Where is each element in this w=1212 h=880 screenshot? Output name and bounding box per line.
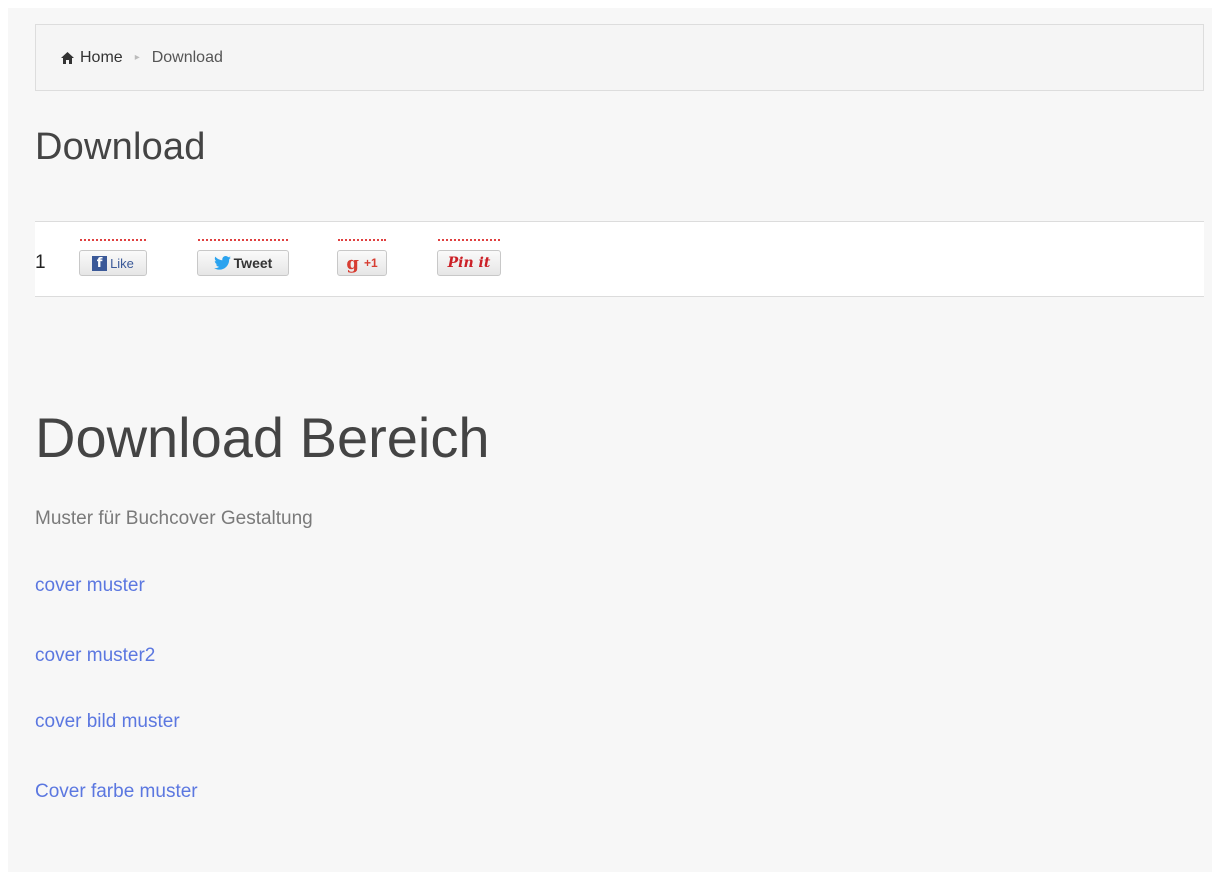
google-plus-icon: g xyxy=(346,252,359,274)
download-link-cover-bild-muster[interactable]: cover bild muster xyxy=(35,711,180,733)
download-link-cover-muster2[interactable]: cover muster2 xyxy=(35,645,155,667)
tweet-label: Tweet xyxy=(233,255,273,271)
breadcrumb: Home ▸ Download xyxy=(35,24,1204,91)
page-container: Home ▸ Download Download 1 f Like Tweet … xyxy=(8,8,1212,872)
breadcrumb-home-link[interactable]: Home xyxy=(80,49,123,67)
breadcrumb-separator-icon: ▸ xyxy=(134,52,140,63)
home-icon xyxy=(61,51,74,64)
tweet-button[interactable]: Tweet xyxy=(197,239,289,276)
pin-it-label: Pin it xyxy=(447,255,491,271)
share-count: 1 xyxy=(35,252,46,273)
breadcrumb-current: Download xyxy=(151,48,223,66)
section-title: Download Bereich xyxy=(35,406,490,469)
google-plus-one-button[interactable]: g +1 xyxy=(337,239,387,276)
facebook-like-button[interactable]: f Like xyxy=(79,239,147,276)
page-title: Download xyxy=(35,126,206,168)
twitter-bird-icon xyxy=(213,256,231,270)
social-share-bar: 1 f Like Tweet g +1 Pin it xyxy=(35,221,1204,297)
plus-one-label: +1 xyxy=(363,256,378,270)
download-link-cover-farbe-muster[interactable]: Cover farbe muster xyxy=(35,781,198,803)
pinterest-pin-button[interactable]: Pin it xyxy=(437,239,501,276)
section-subtitle: Muster für Buchcover Gestaltung xyxy=(35,508,313,529)
like-label: Like xyxy=(110,255,134,271)
download-link-cover-muster[interactable]: cover muster xyxy=(35,575,145,597)
facebook-icon: f xyxy=(92,255,108,271)
